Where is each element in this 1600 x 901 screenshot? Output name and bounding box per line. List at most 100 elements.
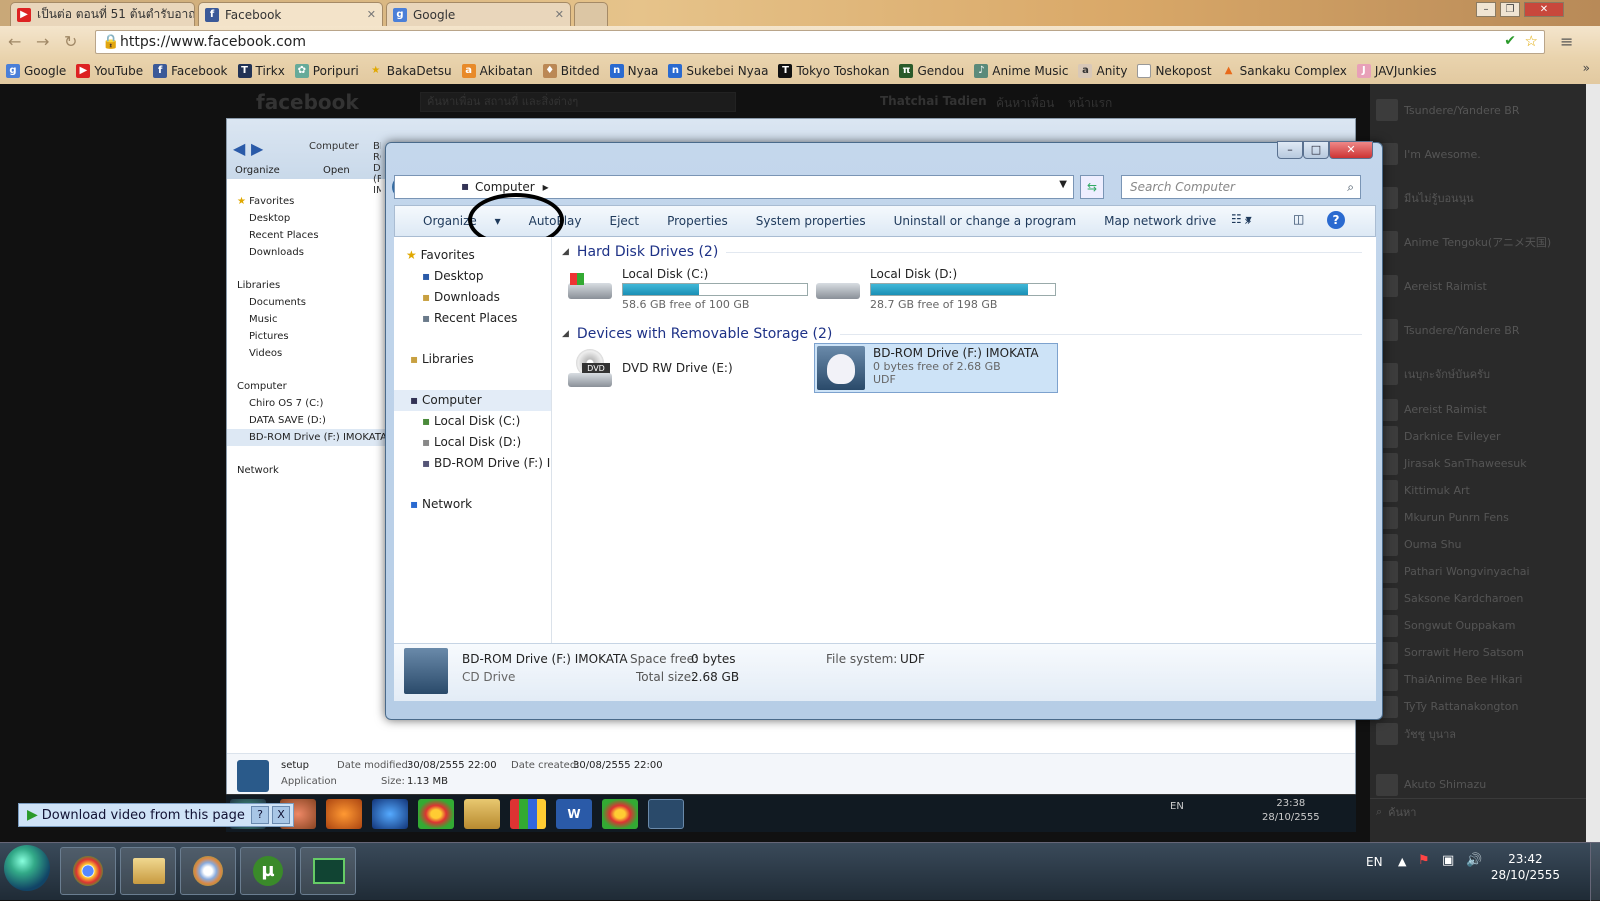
facebook-user-name[interactable]: Thatchai Tadien [880,94,987,108]
chat-item[interactable]: Akuto Shimazu [1370,771,1586,798]
minimize-button[interactable]: – [1476,2,1496,17]
chat-item[interactable]: TyTy Rattanakongton [1370,693,1586,720]
bookmark-youtube[interactable]: ▶ YouTube [76,64,143,78]
drive-e[interactable]: DVD DVD RW Drive (E:) [566,349,733,399]
maximize-button[interactable]: □ [1303,141,1329,159]
bookmark-akibatan[interactable]: a Akibatan [461,64,533,78]
taskbar-paint[interactable] [180,847,236,895]
chat-item[interactable]: Songwut Ouppakam [1370,612,1586,639]
tree-computer[interactable]: Computer [227,378,387,395]
facebook-search-input[interactable]: ค้นหาเพื่อน สถานที่ และสิ่งต่างๆ [420,92,736,112]
bookmark-bakadetsu[interactable]: ★ BakaDetsu [369,64,451,78]
app-icon[interactable] [510,799,546,829]
help-icon[interactable]: ? [1327,211,1345,229]
nav-drive-d[interactable]: ▪ Local Disk (D:) [394,432,551,453]
tree-pictures[interactable]: Pictures [227,328,387,345]
view-options-icon[interactable]: ☷ ▾ [1231,212,1252,226]
folder-icon[interactable] [464,799,500,829]
word-icon[interactable]: W [556,799,592,829]
nav-downloads[interactable]: ▪ Downloads [394,287,551,308]
nav-libraries[interactable]: ▪ Libraries [394,349,551,370]
star-icon[interactable]: ☆ [1525,32,1538,50]
chat-item[interactable]: Ouma Shu [1370,531,1586,558]
group-hard-disk-drives[interactable]: ◢ Hard Disk Drives (2) [562,241,1362,263]
bookmark-tokyo-toshokan[interactable]: T Tokyo Toshokan [778,64,889,78]
tree-downloads[interactable]: Downloads [227,244,387,261]
firefox-icon[interactable] [326,799,362,829]
start-button[interactable] [4,845,50,891]
eject-button[interactable]: Eject [596,214,654,228]
taskbar-explorer[interactable] [120,847,176,895]
chat-item[interactable]: Aereist Raimist [1370,396,1586,423]
feed-item[interactable]: เนบุกะจักษ์บันครับ [1370,352,1586,396]
bookmark-google[interactable]: g Google [6,64,66,78]
chat-search[interactable]: ⌕ ค้นหา [1370,798,1586,825]
chat-item[interactable]: Jirasak SanThaweesuk [1370,450,1586,477]
tree-drive-d[interactable]: DATA SAVE (D:) [227,412,387,429]
chrome-icon[interactable] [418,799,454,829]
tree-drive-c[interactable]: Chiro OS 7 (C:) [227,395,387,412]
nav-drive-c[interactable]: ▪ Local Disk (C:) [394,411,551,432]
inner-clock[interactable]: 23:38 28/10/2555 [1262,797,1320,825]
nav-recent-places[interactable]: ▪ Recent Places [394,308,551,329]
chevron-right-icon[interactable]: » [1583,61,1590,75]
bookmark-gendou[interactable]: π Gendou [899,64,964,78]
clock[interactable]: 23:42 28/10/2555 [1491,851,1560,883]
close-window-button[interactable]: ✕ [1524,2,1564,17]
tree-favorites[interactable]: ★ Favorites [227,193,387,210]
download-video-label[interactable]: Download video from this page [42,808,245,823]
chat-item[interactable]: Pathari Wongvinyachai [1370,558,1586,585]
bookmark-tirkx[interactable]: T Tirkx [237,64,285,78]
forward-icon[interactable]: → [36,32,49,51]
uninstall-program-button[interactable]: Uninstall or change a program [880,214,1091,228]
chat-item[interactable]: Kittimuk Art [1370,477,1586,504]
feed-item[interactable]: มีนไม่รู้บอนนุน [1370,176,1586,220]
chrome-icon[interactable] [602,799,638,829]
language-indicator[interactable]: EN [1366,855,1383,869]
inner-lang[interactable]: EN [1170,801,1184,812]
close-icon[interactable]: ✕ [367,8,376,21]
tree-videos[interactable]: Videos [227,345,387,362]
nav-favorites[interactable]: ★ Favorites [394,245,551,266]
back-open-button[interactable]: Open [323,165,350,176]
tree-music[interactable]: Music [227,311,387,328]
new-tab-button[interactable] [574,2,608,26]
chat-item[interactable]: Sorrawit Hero Satsom [1370,639,1586,666]
tree-drive-f[interactable]: BD-ROM Drive (F:) IMOKATA [227,429,387,446]
search-input[interactable]: Search Computer ⌕ [1121,175,1361,199]
feed-item[interactable]: Aereist Raimist [1370,264,1586,308]
address-bar[interactable]: 🔒 https://www.facebook.com ✔ ☆ [95,30,1545,54]
show-desktop-button[interactable] [1590,843,1600,901]
maximize-button[interactable]: ❐ [1500,2,1520,17]
chat-item[interactable]: วัชชู บุนาล [1370,720,1586,747]
close-icon[interactable]: ✕ [555,8,564,21]
bookmark-facebook[interactable]: f Facebook [153,64,228,78]
bookmark-sankaku-complex[interactable]: ▲ Sankaku Complex [1222,64,1347,78]
system-properties-button[interactable]: System properties [742,214,880,228]
group-removable-storage[interactable]: ◢ Devices with Removable Storage (2) [562,323,1362,345]
tree-documents[interactable]: Documents [227,294,387,311]
chevron-right-icon[interactable]: ▸ [543,180,549,194]
tab-2[interactable]: f Facebook ✕ [198,2,383,26]
forward-arrow-icon[interactable]: ▶ [251,139,263,158]
nav-network[interactable]: ▪ Network [394,494,551,515]
address-root[interactable]: Computer [475,180,535,194]
page-scrollbar[interactable] [1586,84,1600,860]
taskbar-app[interactable] [300,847,356,895]
minimize-button[interactable]: – [1277,141,1303,159]
setup-icon[interactable] [648,799,684,829]
feed-item[interactable]: Tsundere/Yandere BR [1370,88,1586,132]
close-button[interactable]: ✕ [1329,141,1373,159]
tree-recent[interactable]: Recent Places [227,227,387,244]
feed-item[interactable]: Tsundere/Yandere BR [1370,308,1586,352]
front-explorer-window[interactable]: – □ ✕ ◀ ▪ Computer ▸ ▼ ⇆ Search Computer… [385,141,1383,720]
bookmark-poripuri[interactable]: ✿ Poripuri [294,64,359,78]
drive-f[interactable]: BD-ROM Drive (F:) IMOKATA 0 bytes free o… [814,343,1058,393]
tab-1[interactable]: ▶ เป็นต่อ ตอนที่ 51 ต้นตำรับอาถ ✕ [10,2,195,26]
bookmark-nyaa[interactable]: n Nyaa [609,64,658,78]
close-button[interactable]: X [272,806,290,824]
drive-c[interactable]: Local Disk (C:) 58.6 GB free of 100 GB [566,267,808,317]
download-video-bar[interactable]: ▶ Download video from this page ? X [18,803,294,827]
map-network-drive-button[interactable]: Map network drive [1090,214,1230,228]
collapse-icon[interactable]: ◢ [562,247,569,257]
